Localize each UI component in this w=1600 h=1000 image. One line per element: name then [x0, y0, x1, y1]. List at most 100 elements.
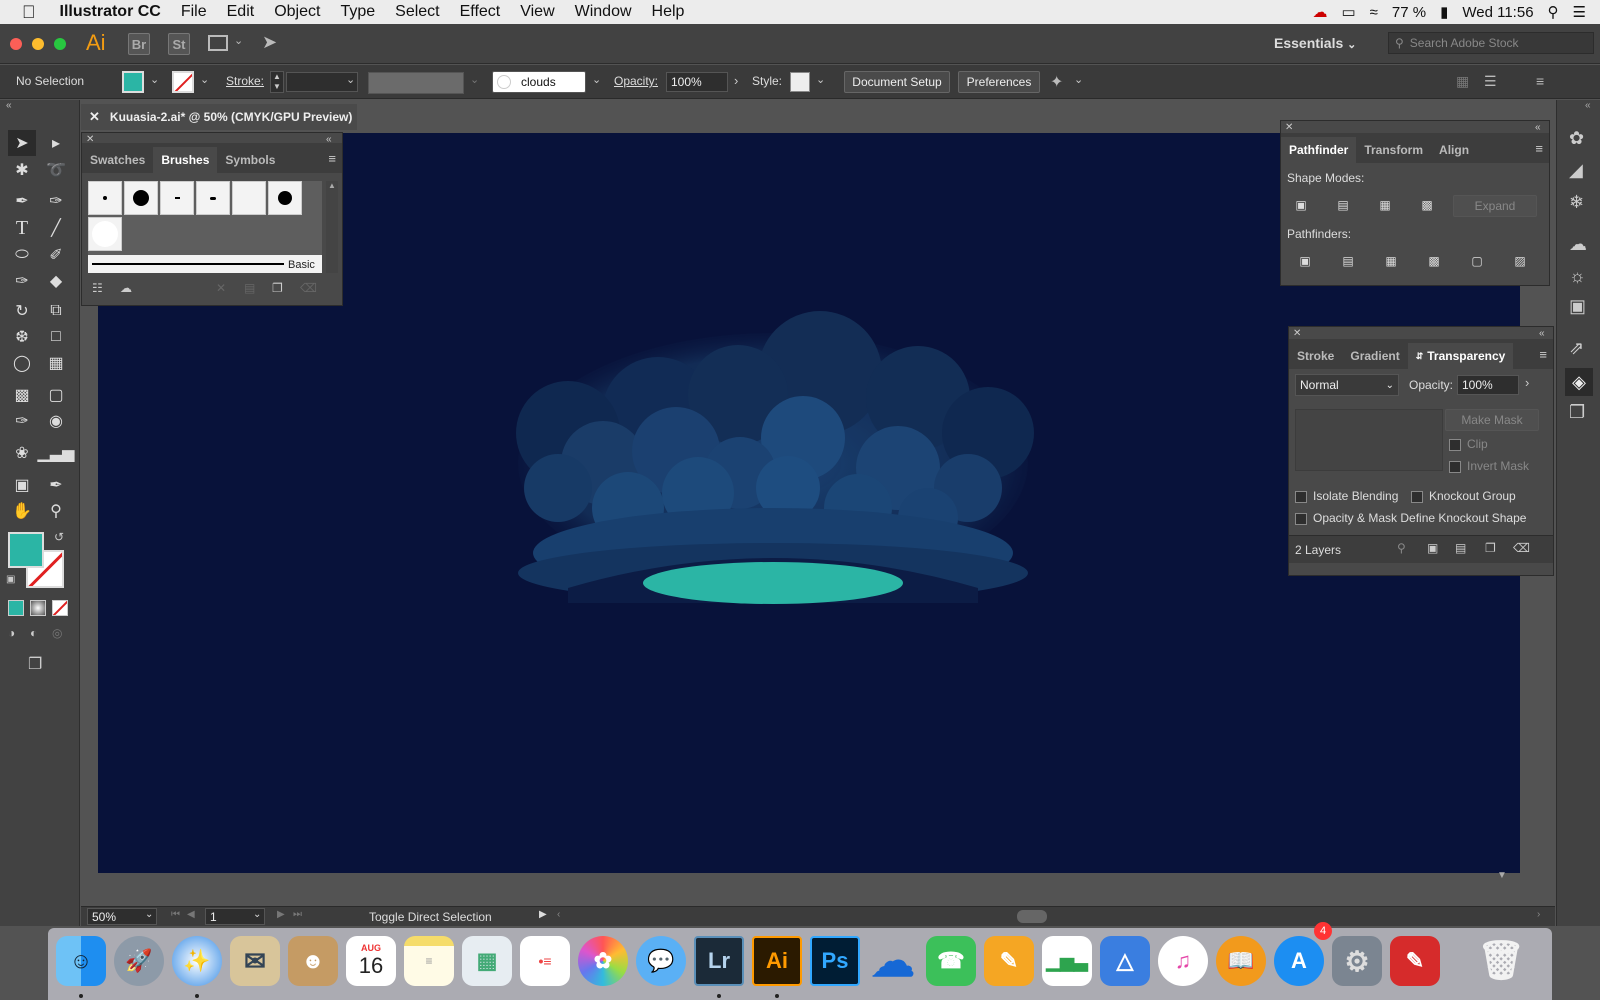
free-transform-tool-icon[interactable]: □: [42, 324, 70, 350]
wifi-icon[interactable]: ≈: [1370, 4, 1378, 21]
default-fill-stroke-icon[interactable]: ▣: [6, 574, 15, 585]
line-segment-tool-icon[interactable]: ╱: [42, 215, 70, 241]
chevron-down-icon[interactable]: ⌄: [346, 73, 355, 86]
curvature-tool-icon[interactable]: ✑: [42, 188, 70, 214]
appearance-panel-icon[interactable]: ☼: [1569, 266, 1586, 287]
clouds-brush-swatch[interactable]: [88, 217, 122, 251]
blend-mode-select[interactable]: Normal ⌄: [1295, 374, 1399, 396]
rotate-tool-icon[interactable]: ↻: [8, 298, 36, 324]
ellipse-tool-icon[interactable]: ⬭: [8, 242, 36, 268]
reminders-icon[interactable]: •≡: [520, 936, 570, 986]
menu-help[interactable]: Help: [652, 3, 685, 21]
chevron-down-icon[interactable]: ⌄: [470, 73, 479, 86]
tab-stroke[interactable]: Stroke: [1289, 343, 1342, 369]
delete-layer-icon[interactable]: ⌫: [1513, 541, 1530, 555]
transform-icon[interactable]: ☰: [1484, 73, 1497, 90]
draw-normal-icon[interactable]: ◑: [8, 626, 15, 640]
draw-behind-icon[interactable]: ◐: [30, 626, 37, 640]
battery-percent[interactable]: 77 %: [1392, 4, 1426, 21]
workspace-switcher[interactable]: Essentials ⌄: [1274, 35, 1356, 51]
chevron-down-icon[interactable]: ⌄: [592, 73, 601, 86]
opacity-field[interactable]: 100%: [1457, 375, 1519, 395]
teal-ellipse[interactable]: [643, 562, 903, 604]
document-tab[interactable]: ✕ Kuuasia-2.ai* @ 50% (CMYK/GPU Preview): [81, 104, 357, 130]
chevron-down-icon[interactable]: ⌄: [1074, 73, 1083, 86]
divide-icon[interactable]: ▣: [1295, 251, 1315, 271]
libraries-panel-icon[interactable]: ☁: [1569, 234, 1587, 255]
new-layer-icon[interactable]: ❐: [1485, 541, 1496, 555]
zoom-window-button[interactable]: [54, 38, 66, 50]
airplay-icon[interactable]: ▭: [1341, 3, 1355, 21]
swap-fill-stroke-icon[interactable]: ↺: [54, 530, 64, 544]
horizontal-scrollbar-thumb[interactable]: [1017, 910, 1047, 923]
creative-cloud-status-icon[interactable]: ☁: [1312, 3, 1327, 21]
app-menu[interactable]: Illustrator CC: [60, 3, 161, 21]
direct-selection-tool-icon[interactable]: ▸: [42, 130, 70, 156]
numbers-icon[interactable]: ▁▅▃: [1042, 936, 1092, 986]
chevron-down-icon[interactable]: ⌄: [150, 73, 159, 86]
artboard-tool-icon[interactable]: ▣: [8, 472, 36, 498]
magic-wand-tool-icon[interactable]: ✱: [8, 157, 36, 183]
gradient-tool-icon[interactable]: ▢: [42, 382, 70, 408]
stroke-label[interactable]: Stroke:: [226, 74, 264, 88]
arrange-documents-icon[interactable]: [208, 35, 228, 51]
layers-panel-icon[interactable]: ◈: [1565, 368, 1593, 396]
menu-object[interactable]: Object: [274, 3, 320, 21]
tab-align[interactable]: Align: [1431, 137, 1477, 163]
close-panel-icon[interactable]: ✕: [1293, 328, 1301, 339]
unite-icon[interactable]: ▣: [1291, 195, 1311, 215]
tab-transparency[interactable]: ⇵ Transparency: [1407, 343, 1514, 369]
brush-swatch[interactable]: [160, 181, 194, 215]
scroll-left-icon[interactable]: ‹: [557, 909, 560, 920]
column-graph-tool-icon[interactable]: ▁▃▅: [38, 440, 75, 466]
trim-icon[interactable]: ▤: [1338, 251, 1358, 271]
panel-menu-icon[interactable]: ≡: [1539, 347, 1547, 362]
graphic-styles-panel-icon[interactable]: ▣: [1569, 296, 1586, 317]
tab-transform[interactable]: Transform: [1356, 137, 1431, 163]
scroll-down-icon[interactable]: ▼: [1497, 870, 1507, 881]
lasso-tool-icon[interactable]: ➰: [42, 157, 70, 183]
lightroom-icon[interactable]: Lr: [694, 936, 744, 986]
mesh-tool-icon[interactable]: ▩: [8, 382, 36, 408]
screen-mode-icon[interactable]: ❐: [28, 654, 42, 674]
merge-icon[interactable]: ▦: [1381, 251, 1401, 271]
perspective-grid-tool-icon[interactable]: ▦: [42, 350, 70, 376]
launchpad-icon[interactable]: 🚀: [114, 936, 164, 986]
menu-select[interactable]: Select: [395, 3, 439, 21]
apple-menu-icon[interactable]: : [22, 2, 36, 23]
menu-effect[interactable]: Effect: [460, 3, 501, 21]
finder-icon[interactable]: ☺: [56, 936, 106, 986]
chevron-down-icon[interactable]: ⌄: [200, 73, 209, 86]
zoom-tool-icon[interactable]: ⚲: [42, 498, 70, 524]
preferences-button[interactable]: Preferences: [958, 71, 1040, 93]
opacity-label[interactable]: Opacity:: [614, 74, 658, 88]
clock[interactable]: Wed 11:56: [1462, 4, 1533, 21]
stock-search-input[interactable]: ⚲ Search Adobe Stock: [1388, 32, 1594, 54]
chevron-down-icon[interactable]: ⌄: [816, 73, 825, 86]
symbol-sprayer-tool-icon[interactable]: ❀: [8, 440, 36, 466]
previous-artboard-icon[interactable]: ◀: [187, 909, 195, 920]
scroll-right-icon[interactable]: ›: [1537, 909, 1540, 920]
preview-icon[interactable]: ▦: [462, 936, 512, 986]
chevron-right-icon[interactable]: ›: [734, 73, 738, 88]
illustrator-icon[interactable]: Ai: [752, 936, 802, 986]
blend-tool-icon[interactable]: ◉: [42, 408, 70, 434]
notification-center-icon[interactable]: ☰: [1573, 3, 1586, 21]
photos-icon[interactable]: ✿: [578, 936, 628, 986]
trash-icon[interactable]: 🗑: [1476, 936, 1526, 986]
app-store-icon[interactable]: A: [1274, 936, 1324, 986]
minus-back-icon[interactable]: ▨: [1510, 251, 1530, 271]
selection-tool-icon[interactable]: ➤: [8, 130, 36, 156]
color-guide-panel-icon[interactable]: ◢: [1569, 160, 1583, 181]
slice-tool-icon[interactable]: ✒: [42, 472, 70, 498]
width-tool-icon[interactable]: ❆: [8, 324, 36, 350]
collapse-panel-icon[interactable]: «: [1585, 100, 1591, 111]
locate-object-icon[interactable]: ⚲: [1397, 541, 1406, 555]
status-menu-icon[interactable]: ▶: [539, 909, 547, 920]
brush-swatch[interactable]: [268, 181, 302, 215]
graphic-style-swatch[interactable]: [790, 72, 810, 92]
intersect-icon[interactable]: ▦: [1375, 195, 1395, 215]
pages-icon[interactable]: ✎: [984, 936, 1034, 986]
stock-button[interactable]: St: [168, 33, 190, 55]
make-clipping-mask-icon[interactable]: ▣: [1427, 541, 1438, 555]
